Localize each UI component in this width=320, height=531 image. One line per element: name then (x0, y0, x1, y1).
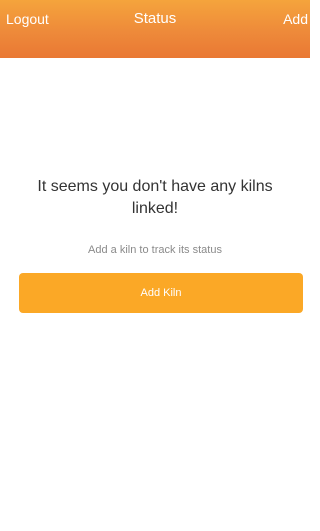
empty-state-title: It seems you don't have any kilns linked… (37, 178, 273, 217)
empty-state-subtitle: Add a kiln to track its status (88, 244, 222, 256)
add-kiln-button[interactable]: Add Kiln (19, 273, 303, 313)
page-title: Status (133, 10, 177, 27)
add-button[interactable]: Add (283, 10, 308, 28)
navigation-bar: Logout Status Add (0, 0, 310, 58)
